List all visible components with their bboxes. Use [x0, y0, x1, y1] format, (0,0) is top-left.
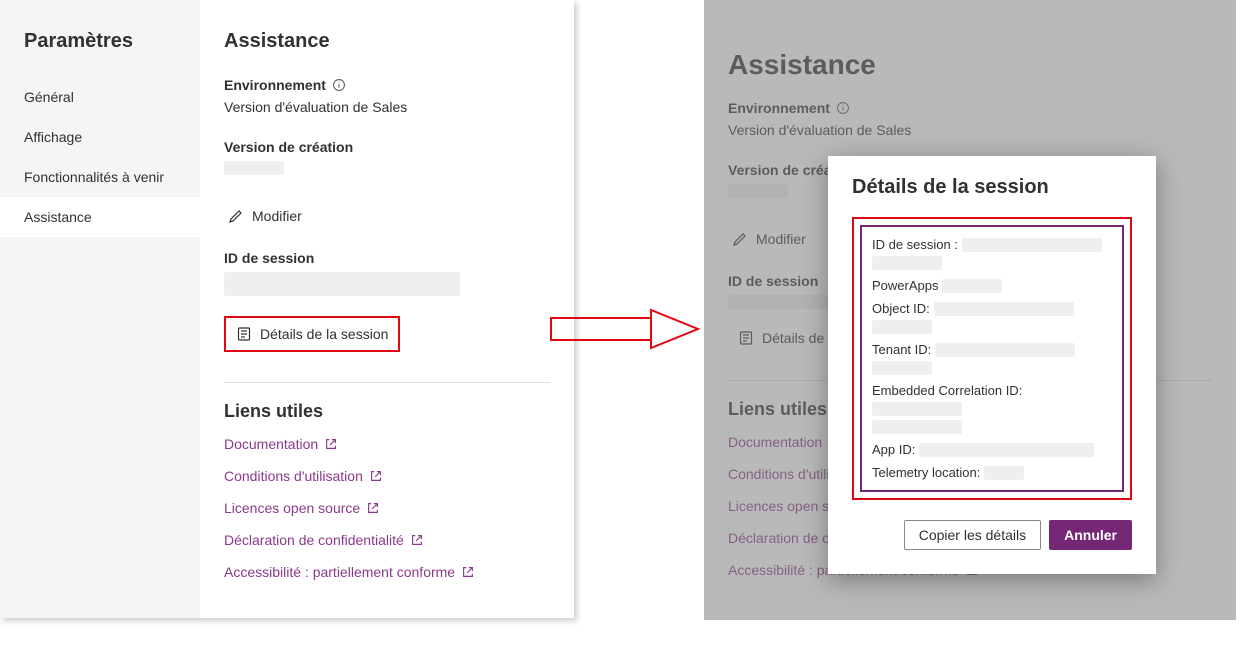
session-id-label: ID de session [224, 250, 550, 266]
session-id-value [224, 272, 460, 296]
modal-actions: Copier les détails Annuler [852, 520, 1132, 550]
settings-content: Assistance Environnement Version d'évalu… [200, 0, 574, 618]
link-documentation[interactable]: Documentation [224, 436, 550, 452]
session-details-content: ID de session : PowerApps Object ID: [860, 225, 1124, 492]
session-details-modal: Détails de la session ID de session : Po… [828, 156, 1156, 574]
sidebar-item-upcoming[interactable]: Fonctionnalités à venir [0, 157, 200, 197]
modal-title: Détails de la session [852, 176, 1132, 199]
version-value [224, 161, 550, 178]
detail-row-powerapps: PowerApps [872, 278, 1112, 293]
environment-value: Version d'évaluation de Sales [224, 99, 550, 115]
page-title: Assistance [224, 30, 550, 53]
info-icon [332, 78, 346, 92]
session-details-highlight-box: ID de session : PowerApps Object ID: [852, 217, 1132, 500]
session-details-highlight: Détails de la session [224, 316, 400, 352]
sidebar-title: Paramètres [0, 30, 200, 77]
external-link-icon [366, 501, 380, 515]
useful-links-title: Liens utiles [224, 401, 550, 422]
session-details-button[interactable]: Détails de la session [234, 322, 390, 346]
modify-button[interactable]: Modifier [224, 202, 306, 230]
detail-row-session-id: ID de session : [872, 237, 1112, 252]
pencil-icon [228, 208, 244, 224]
sidebar-item-assistance[interactable]: Assistance [0, 197, 200, 237]
cancel-button[interactable]: Annuler [1049, 520, 1132, 550]
detail-row-object-id: Object ID: [872, 301, 1112, 316]
sidebar-item-general[interactable]: Général [0, 77, 200, 117]
settings-panel-right: Assistance Environnement Version d'évalu… [704, 0, 1236, 620]
settings-sidebar: Paramètres Général Affichage Fonctionnal… [0, 0, 200, 618]
section-divider [224, 382, 550, 383]
link-privacy[interactable]: Déclaration de confidentialité [224, 532, 550, 548]
detail-row-app-id: App ID: [872, 442, 1112, 457]
external-link-icon [369, 469, 383, 483]
external-link-icon [410, 533, 424, 547]
detail-row-telemetry: Telemetry location: [872, 465, 1112, 480]
detail-row-correlation-id: Embedded Correlation ID: [872, 383, 1112, 416]
link-oss-licenses[interactable]: Licences open source [224, 500, 550, 516]
environment-label: Environnement [224, 77, 550, 93]
external-link-icon [461, 565, 475, 579]
copy-details-button[interactable]: Copier les détails [904, 520, 1041, 550]
detail-row-tenant-id: Tenant ID: [872, 342, 1112, 357]
version-label: Version de création [224, 139, 550, 155]
link-accessibility[interactable]: Accessibilité : partiellement conforme [224, 564, 550, 580]
sidebar-item-affichage[interactable]: Affichage [0, 117, 200, 157]
settings-panel-left: Paramètres Général Affichage Fonctionnal… [0, 0, 574, 618]
external-link-icon [324, 437, 338, 451]
link-terms[interactable]: Conditions d'utilisation [224, 468, 550, 484]
details-icon [236, 326, 252, 342]
